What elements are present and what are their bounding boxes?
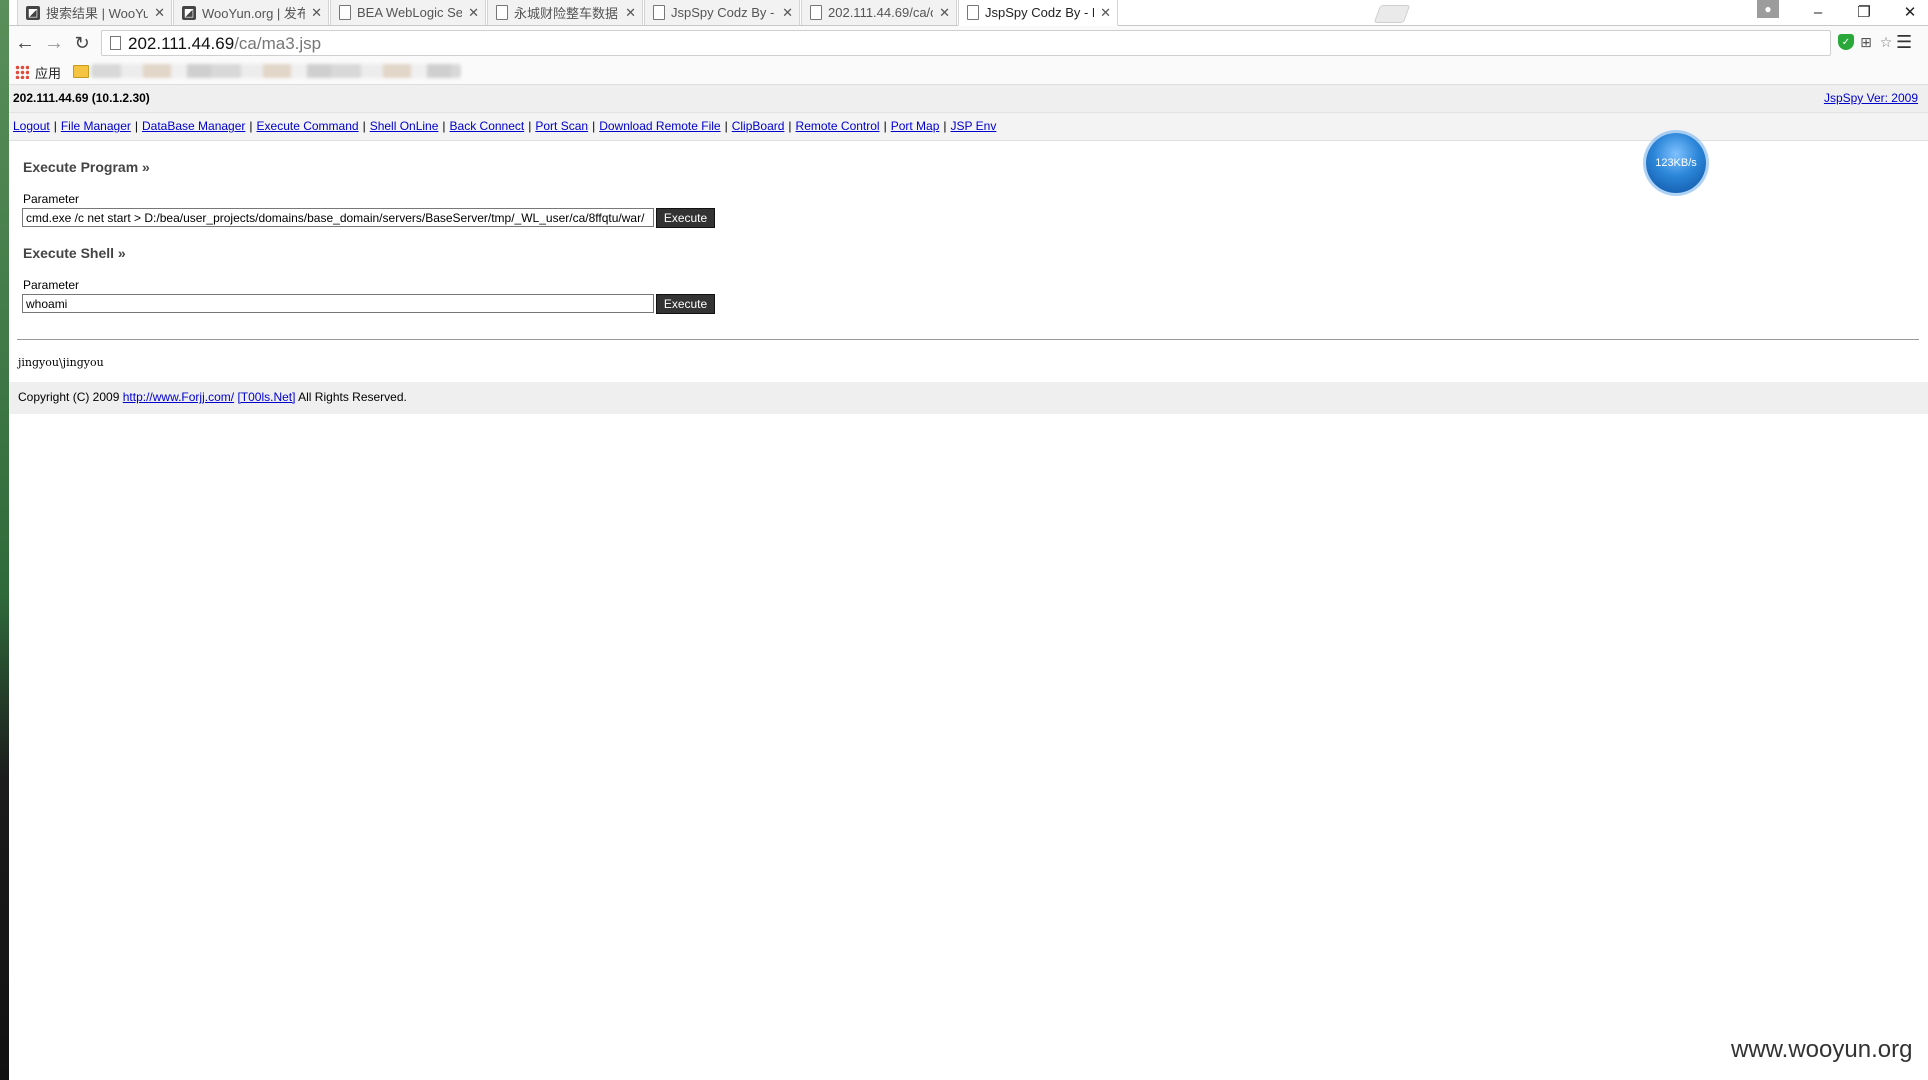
execute-shell-title: Execute Shell » xyxy=(23,245,126,261)
tab-strip: ◩ 搜索结果 | WooYun.org ✕ ◩ WooYun.org | 发布的… xyxy=(9,0,1928,26)
close-icon[interactable]: ✕ xyxy=(154,5,165,21)
tab-wooyun-search[interactable]: ◩ 搜索结果 | WooYun.org ✕ xyxy=(17,0,172,25)
close-icon[interactable]: ✕ xyxy=(311,5,322,21)
translate-icon[interactable]: ⊞ xyxy=(1858,34,1874,50)
copyright-text: Copyright (C) 2009 http://www.Forjj.com/… xyxy=(18,390,407,404)
new-tab-button[interactable] xyxy=(1373,5,1411,23)
divider xyxy=(17,339,1919,340)
forward-icon[interactable]: → xyxy=(42,31,66,55)
header-bar: 202.111.44.69 (10.1.2.30) JspSpy Ver: 20… xyxy=(9,85,1928,113)
minimize-icon[interactable]: – xyxy=(1795,0,1841,24)
network-speed-widget[interactable]: 123KB/s xyxy=(1646,133,1706,193)
reload-icon[interactable]: ↻ xyxy=(70,31,94,55)
close-icon[interactable]: ✕ xyxy=(625,5,636,21)
blurred-bookmarks xyxy=(91,64,461,78)
nav-shell-online[interactable]: Shell OnLine xyxy=(370,119,439,133)
execute-shell-button[interactable]: Execute xyxy=(656,294,715,314)
profile-icon[interactable]: ● xyxy=(1757,0,1779,18)
program-param-input[interactable] xyxy=(22,208,654,227)
tab-yongcheng[interactable]: 永城财险整车数据自动更新 ✕ xyxy=(487,0,643,25)
folder-icon[interactable] xyxy=(73,65,89,78)
forjj-link[interactable]: http://www.Forjj.com/ xyxy=(123,390,234,404)
nav-remote-control[interactable]: Remote Control xyxy=(796,119,880,133)
shell-param-input[interactable] xyxy=(22,294,654,313)
close-icon[interactable]: ✕ xyxy=(1100,5,1111,21)
close-icon[interactable]: ✕ xyxy=(939,5,950,21)
tab-jspspy-active[interactable]: JspSpy Codz By - Ninty ✕ xyxy=(958,0,1118,26)
wooyun-icon: ◩ xyxy=(182,5,196,20)
nav-database-manager[interactable]: DataBase Manager xyxy=(142,119,245,133)
nav-jsp-env[interactable]: JSP Env xyxy=(951,119,997,133)
star-icon[interactable]: ☆ xyxy=(1878,34,1894,50)
browser-toolbar: ← → ↻ 202.111.44.69/ca/ma3.jsp ✓ ⊞ ☆ ☰ xyxy=(9,26,1928,60)
program-param-label: Parameter xyxy=(23,192,80,206)
command-output: jingyou\jingyou xyxy=(18,356,104,369)
server-id: 202.111.44.69 (10.1.2.30) xyxy=(13,91,150,105)
page-icon xyxy=(496,5,508,20)
copyright-suffix: All Rights Reserved. xyxy=(298,390,407,404)
close-window-icon[interactable]: ✕ xyxy=(1887,0,1928,24)
close-icon[interactable]: ✕ xyxy=(468,5,479,21)
page-icon xyxy=(339,5,351,20)
page-content: 202.111.44.69 (10.1.2.30) JspSpy Ver: 20… xyxy=(9,85,1928,1080)
tab-title: BEA WebLogic Server Ad xyxy=(357,5,463,20)
copyright-prefix: Copyright (C) 2009 xyxy=(18,390,120,404)
shell-param-label: Parameter xyxy=(23,278,80,292)
tab-weblogic[interactable]: BEA WebLogic Server Ad ✕ xyxy=(330,0,486,25)
execute-program-title: Execute Program » xyxy=(23,159,150,175)
tab-title: JspSpy Codz By - Ninty xyxy=(671,5,776,20)
close-icon[interactable]: ✕ xyxy=(782,5,793,21)
url-text[interactable]: 202.111.44.69/ca/ma3.jsp xyxy=(128,34,321,54)
nav-download-remote-file[interactable]: Download Remote File xyxy=(599,119,720,133)
page-icon xyxy=(110,36,121,50)
nav-back-connect[interactable]: Back Connect xyxy=(450,119,525,133)
browser-window: ◩ 搜索结果 | WooYun.org ✕ ◩ WooYun.org | 发布的… xyxy=(9,0,1928,1080)
t00ls-link[interactable]: [T00ls.Net] xyxy=(237,390,295,404)
tab-jspspy-1[interactable]: JspSpy Codz By - Ninty ✕ xyxy=(644,0,800,25)
address-bar[interactable]: 202.111.44.69/ca/ma3.jsp xyxy=(101,30,1831,56)
nav-logout[interactable]: Logout xyxy=(13,119,50,133)
page-icon xyxy=(967,5,979,20)
version-link[interactable]: JspSpy Ver: 2009 xyxy=(1824,91,1918,105)
page-icon xyxy=(653,5,665,20)
back-icon[interactable]: ← xyxy=(13,31,37,55)
nav-clipboard[interactable]: ClipBoard xyxy=(732,119,785,133)
tab-wooyun-bugs[interactable]: ◩ WooYun.org | 发布的漏洞 ✕ xyxy=(173,0,329,25)
tab-title: WooYun.org | 发布的漏洞 xyxy=(202,6,306,21)
nav-port-scan[interactable]: Port Scan xyxy=(535,119,588,133)
nav-links: Logout | File Manager | DataBase Manager | Exe… xyxy=(13,119,997,133)
apps-icon[interactable] xyxy=(15,65,29,79)
watermark: www.wooyun.org xyxy=(1731,1036,1913,1063)
tab-title: 永城财险整车数据自动更新 xyxy=(514,6,619,21)
footer: Copyright (C) 2009 http://www.Forjj.com/… xyxy=(9,382,1928,414)
apps-label[interactable]: 应用 xyxy=(35,63,61,82)
nav-execute-command[interactable]: Execute Command xyxy=(257,119,359,133)
tab-title: 202.111.44.69/ca/out.jsp xyxy=(828,5,933,20)
tab-out-jsp[interactable]: 202.111.44.69/ca/out.jsp ✕ xyxy=(801,0,957,25)
tab-title: JspSpy Codz By - Ninty xyxy=(985,5,1094,20)
bookmarks-bar: 应用 xyxy=(9,60,1928,85)
tab-title: 搜索结果 | WooYun.org xyxy=(46,6,149,21)
desktop-edge xyxy=(0,0,9,1080)
nav-port-map[interactable]: Port Map xyxy=(891,119,940,133)
execute-program-button[interactable]: Execute xyxy=(656,208,715,228)
page-icon xyxy=(810,5,822,20)
shield-extension-icon[interactable]: ✓ xyxy=(1838,34,1854,50)
nav-bar: Logout | File Manager | DataBase Manager | Exe… xyxy=(9,113,1928,141)
menu-icon[interactable]: ☰ xyxy=(1896,32,1912,53)
wooyun-icon: ◩ xyxy=(26,5,40,20)
nav-file-manager[interactable]: File Manager xyxy=(61,119,131,133)
restore-icon[interactable]: ❐ xyxy=(1841,0,1887,24)
